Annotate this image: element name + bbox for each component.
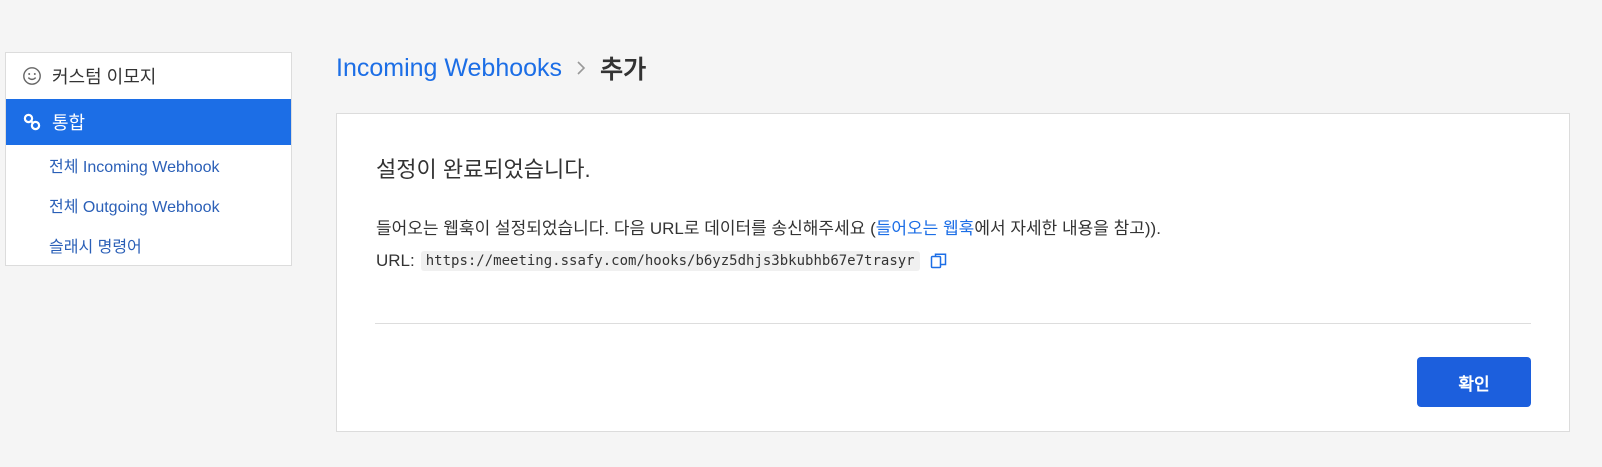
sidebar-item-label: 커스텀 이모지 xyxy=(52,67,157,87)
page-title: 추가 xyxy=(600,56,647,84)
url-row: URL: https://meeting.ssafy.com/hooks/b6y… xyxy=(376,251,948,271)
setup-complete-card: 설정이 완료되었습니다. 들어오는 웹훅이 설정되었습니다. 다음 URL로 데… xyxy=(336,113,1570,432)
breadcrumb: Incoming Webhooks 추가 xyxy=(336,50,646,86)
copy-icon[interactable] xyxy=(930,252,948,270)
description-text-after: 에서 자세한 내용을 참고)). xyxy=(974,219,1161,238)
incoming-webhooks-help-link[interactable]: 들어오는 웹훅 xyxy=(876,219,975,238)
confirm-button[interactable]: 확인 xyxy=(1417,357,1531,407)
smiley-icon xyxy=(22,66,42,86)
link-icon xyxy=(22,112,42,132)
sidebar-item-label: 통합 xyxy=(52,113,86,133)
webhook-url: https://meeting.ssafy.com/hooks/b6yz5dhj… xyxy=(420,251,920,271)
sidebar-sub-list: 전체 Incoming Webhook 전체 Outgoing Webhook … xyxy=(6,145,291,277)
sidebar-sub-item-slash-commands[interactable]: 슬래시 명령어 xyxy=(6,237,291,277)
breadcrumb-link-incoming-webhooks[interactable]: Incoming Webhooks xyxy=(336,54,562,83)
description-text-before: 들어오는 웹훅이 설정되었습니다. 다음 URL로 데이터를 송신해주세요 ( xyxy=(376,219,876,238)
sidebar-sub-item-incoming[interactable]: 전체 Incoming Webhook xyxy=(6,157,291,197)
sidebar-item-custom-emoji[interactable]: 커스텀 이모지 xyxy=(6,53,291,99)
chevron-right-icon xyxy=(576,60,586,76)
sidebar-item-integrations[interactable]: 통합 xyxy=(6,99,291,145)
sidebar-sub-item-outgoing[interactable]: 전체 Outgoing Webhook xyxy=(6,197,291,237)
completion-heading: 설정이 완료되었습니다. xyxy=(376,157,591,182)
divider xyxy=(375,323,1531,324)
sidebar: 커스텀 이모지 통합 전체 Incoming Webhook 전체 Outgoi… xyxy=(5,52,292,266)
webhook-description: 들어오는 웹훅이 설정되었습니다. 다음 URL로 데이터를 송신해주세요 (들… xyxy=(376,214,1161,239)
url-label: URL: xyxy=(376,251,415,270)
